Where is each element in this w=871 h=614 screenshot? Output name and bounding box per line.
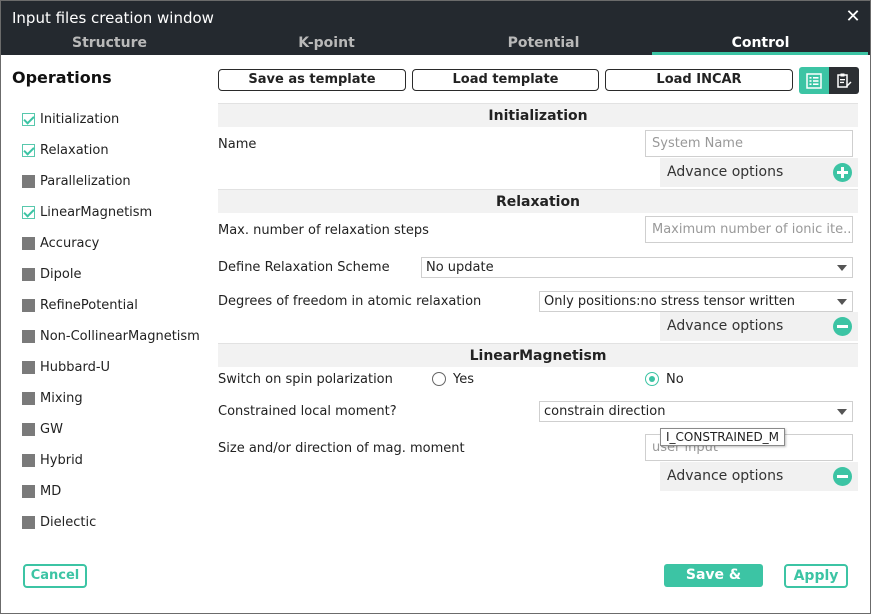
cancel-button[interactable]: Cancel xyxy=(23,564,87,588)
operation-label: RefinePotential xyxy=(40,297,138,313)
operation-parallelization[interactable]: Parallelization xyxy=(22,173,131,189)
active-tab-indicator xyxy=(652,52,868,55)
checkbox[interactable] xyxy=(22,484,35,498)
operation-mixing[interactable]: Mixing xyxy=(22,390,83,406)
title-bar: Input files creation window ✕ Structure … xyxy=(1,1,870,55)
clipboard-edit-button[interactable] xyxy=(829,67,859,94)
checkbox[interactable] xyxy=(22,391,35,405)
section-relaxation-header: Relaxation xyxy=(218,189,858,213)
apply-button[interactable]: Apply xyxy=(784,564,848,588)
collapse-minus-icon[interactable] xyxy=(833,317,852,336)
checkbox[interactable] xyxy=(22,174,35,188)
operation-label: Dipole xyxy=(40,266,82,282)
operation-label: Parallelization xyxy=(40,173,131,189)
section-linearmagnetism-header: LinearMagnetism xyxy=(218,343,858,367)
operation-label: Mixing xyxy=(40,390,83,406)
advance-options-label: Advance options xyxy=(667,468,784,484)
spin-yes-label: Yes xyxy=(453,372,474,387)
operation-refinepotential[interactable]: RefinePotential xyxy=(22,297,138,313)
input-files-window: Input files creation window ✕ Structure … xyxy=(0,0,871,614)
operation-label: Relaxation xyxy=(40,142,109,158)
max-steps-label: Max. number of relaxation steps xyxy=(218,223,429,238)
initialization-advance-options[interactable]: Advance options xyxy=(660,158,858,187)
relaxation-scheme-select[interactable]: No update xyxy=(421,257,853,278)
checkbox[interactable] xyxy=(22,515,35,529)
operation-hubbard-u[interactable]: Hubbard-U xyxy=(22,359,110,375)
spin-yes-radio[interactable] xyxy=(432,372,446,386)
save-close-button[interactable]: Save & Close xyxy=(664,564,763,606)
advance-options-label: Advance options xyxy=(667,318,784,334)
operation-hybrid[interactable]: Hybrid xyxy=(22,452,83,468)
checkbox[interactable] xyxy=(22,298,35,312)
load-incar-button[interactable]: Load INCAR xyxy=(605,69,793,91)
operation-relaxation[interactable]: Relaxation xyxy=(22,142,109,158)
select-value: constrain direction xyxy=(544,404,666,419)
chevron-down-icon xyxy=(837,299,847,305)
chevron-down-icon xyxy=(837,265,847,271)
expand-plus-icon[interactable] xyxy=(833,163,852,182)
select-value: No update xyxy=(426,260,494,275)
spin-no-radio[interactable] xyxy=(645,372,659,386)
operation-linearmagnetism[interactable]: LinearMagnetism xyxy=(22,204,152,220)
checkbox[interactable] xyxy=(22,112,35,126)
operations-title: Operations xyxy=(12,68,112,87)
save-as-template-button[interactable]: Save as template xyxy=(218,69,406,91)
select-value: Only positions:no stress tensor written xyxy=(544,294,796,309)
operation-label: Initialization xyxy=(40,111,120,127)
tab-structure[interactable]: Structure xyxy=(1,35,218,55)
mag-moment-label: Size and/or direction of mag. moment xyxy=(218,441,465,456)
linearmagnetism-advance-options[interactable]: Advance options xyxy=(660,462,858,491)
list-view-icon xyxy=(806,72,822,89)
checkbox[interactable] xyxy=(22,205,35,219)
operation-label: Non-CollinearMagnetism xyxy=(40,328,200,344)
checkbox[interactable] xyxy=(22,453,35,467)
tab-potential[interactable]: Potential xyxy=(435,35,652,55)
operation-noncollinearmagnetism[interactable]: Non-CollinearMagnetism xyxy=(22,328,200,344)
spin-polarization-label: Switch on spin polarization xyxy=(218,372,393,387)
operation-label: LinearMagnetism xyxy=(40,204,153,220)
operation-dielectic[interactable]: Dielectic xyxy=(22,514,96,530)
operation-label: Dielectic xyxy=(40,514,97,530)
degrees-of-freedom-label: Degrees of freedom in atomic relaxation xyxy=(218,294,482,309)
operation-gw[interactable]: GW xyxy=(22,421,63,437)
relaxation-scheme-label: Define Relaxation Scheme xyxy=(218,260,390,275)
section-initialization-header: Initialization xyxy=(218,103,858,127)
load-template-button[interactable]: Load template xyxy=(412,69,599,91)
checkbox[interactable] xyxy=(22,360,35,374)
checkbox[interactable] xyxy=(22,236,35,250)
collapse-minus-icon[interactable] xyxy=(833,467,852,486)
close-icon[interactable]: ✕ xyxy=(843,7,863,27)
system-name-input[interactable]: System Name xyxy=(645,130,853,157)
operation-md[interactable]: MD xyxy=(22,483,61,499)
clipboard-edit-icon xyxy=(837,73,852,88)
operation-label: MD xyxy=(40,483,62,499)
constrained-moment-select[interactable]: constrain direction xyxy=(539,401,853,422)
constrained-moment-label: Constrained local moment? xyxy=(218,404,397,419)
relaxation-advance-options[interactable]: Advance options xyxy=(660,312,858,341)
tab-k-point[interactable]: K-point xyxy=(218,35,435,55)
degrees-of-freedom-select[interactable]: Only positions:no stress tensor written xyxy=(539,291,853,312)
name-label: Name xyxy=(218,137,257,152)
operation-label: GW xyxy=(40,421,63,437)
operation-dipole[interactable]: Dipole xyxy=(22,266,81,282)
operation-accuracy[interactable]: Accuracy xyxy=(22,235,99,251)
operation-label: Accuracy xyxy=(40,235,100,251)
spin-no-label: No xyxy=(666,372,684,387)
checkbox[interactable] xyxy=(22,143,35,157)
operation-label: Hubbard-U xyxy=(40,359,111,375)
operation-initialization[interactable]: Initialization xyxy=(22,111,119,127)
window-title: Input files creation window xyxy=(12,9,214,27)
advance-options-label: Advance options xyxy=(667,164,784,180)
max-ionic-steps-input[interactable]: Maximum number of ionic ite... xyxy=(645,216,853,243)
checkbox[interactable] xyxy=(22,267,35,281)
checkbox[interactable] xyxy=(22,329,35,343)
checkbox[interactable] xyxy=(22,422,35,436)
chevron-down-icon xyxy=(837,409,847,415)
operation-label: Hybrid xyxy=(40,452,83,468)
list-view-button[interactable] xyxy=(799,67,829,94)
i-constrained-m-tooltip: I_CONSTRAINED_M xyxy=(660,428,786,446)
